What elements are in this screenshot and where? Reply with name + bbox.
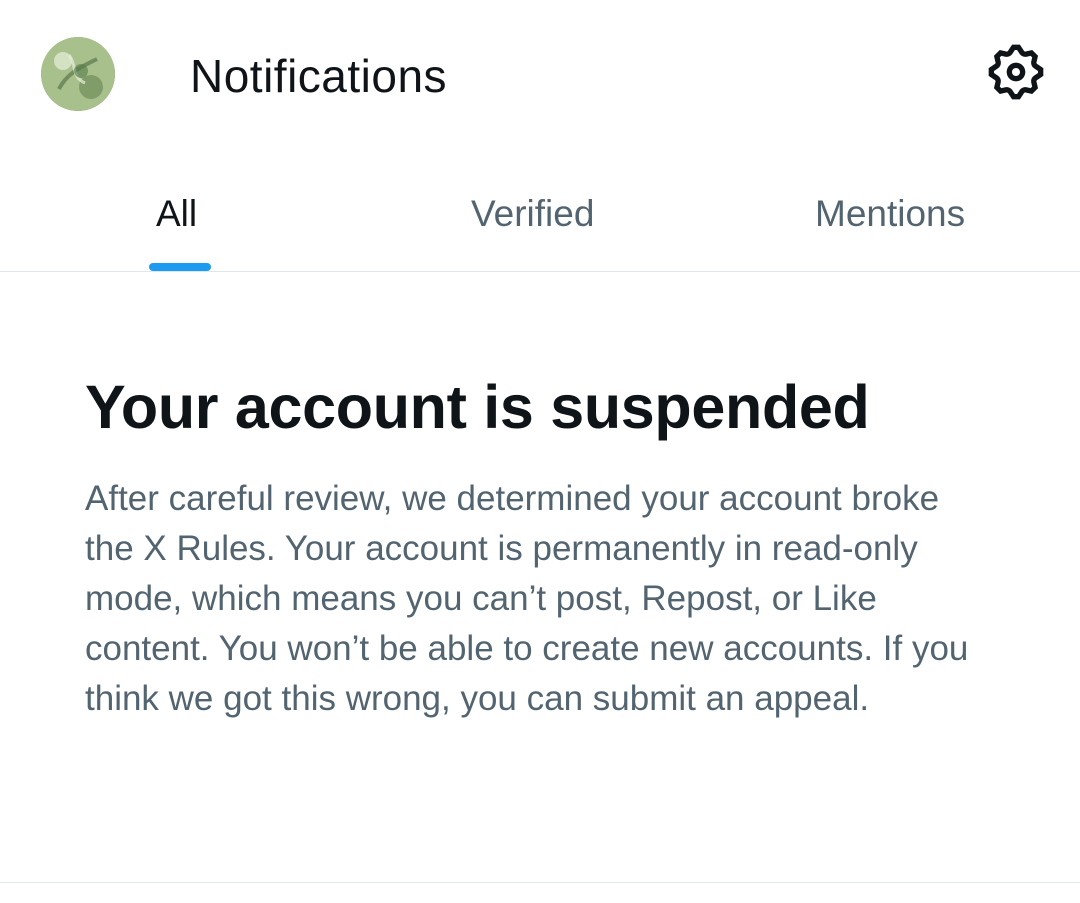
suspension-notice: Your account is suspended After careful … <box>85 372 1005 724</box>
tab-all[interactable]: All <box>110 170 250 271</box>
tab-mentions-label: Mentions <box>815 193 966 234</box>
tab-verified[interactable]: Verified <box>430 170 650 271</box>
tab-all-label: All <box>156 193 198 234</box>
settings-button[interactable] <box>984 40 1048 104</box>
top-app-bar: Notifications <box>0 0 1080 150</box>
bottom-divider <box>0 882 1080 883</box>
tab-verified-label: Verified <box>471 193 595 234</box>
suspension-title: Your account is suspended <box>85 373 870 441</box>
page-title: Notifications <box>190 50 448 102</box>
profile-avatar[interactable] <box>41 37 115 111</box>
tab-mentions[interactable]: Mentions <box>780 170 1020 271</box>
gear-icon <box>988 44 1044 100</box>
notification-tabs: All Verified Mentions <box>0 170 1080 272</box>
avatar-image <box>41 37 115 111</box>
active-tab-indicator <box>149 263 211 271</box>
suspension-message: After careful review, we determined your… <box>85 479 969 718</box>
